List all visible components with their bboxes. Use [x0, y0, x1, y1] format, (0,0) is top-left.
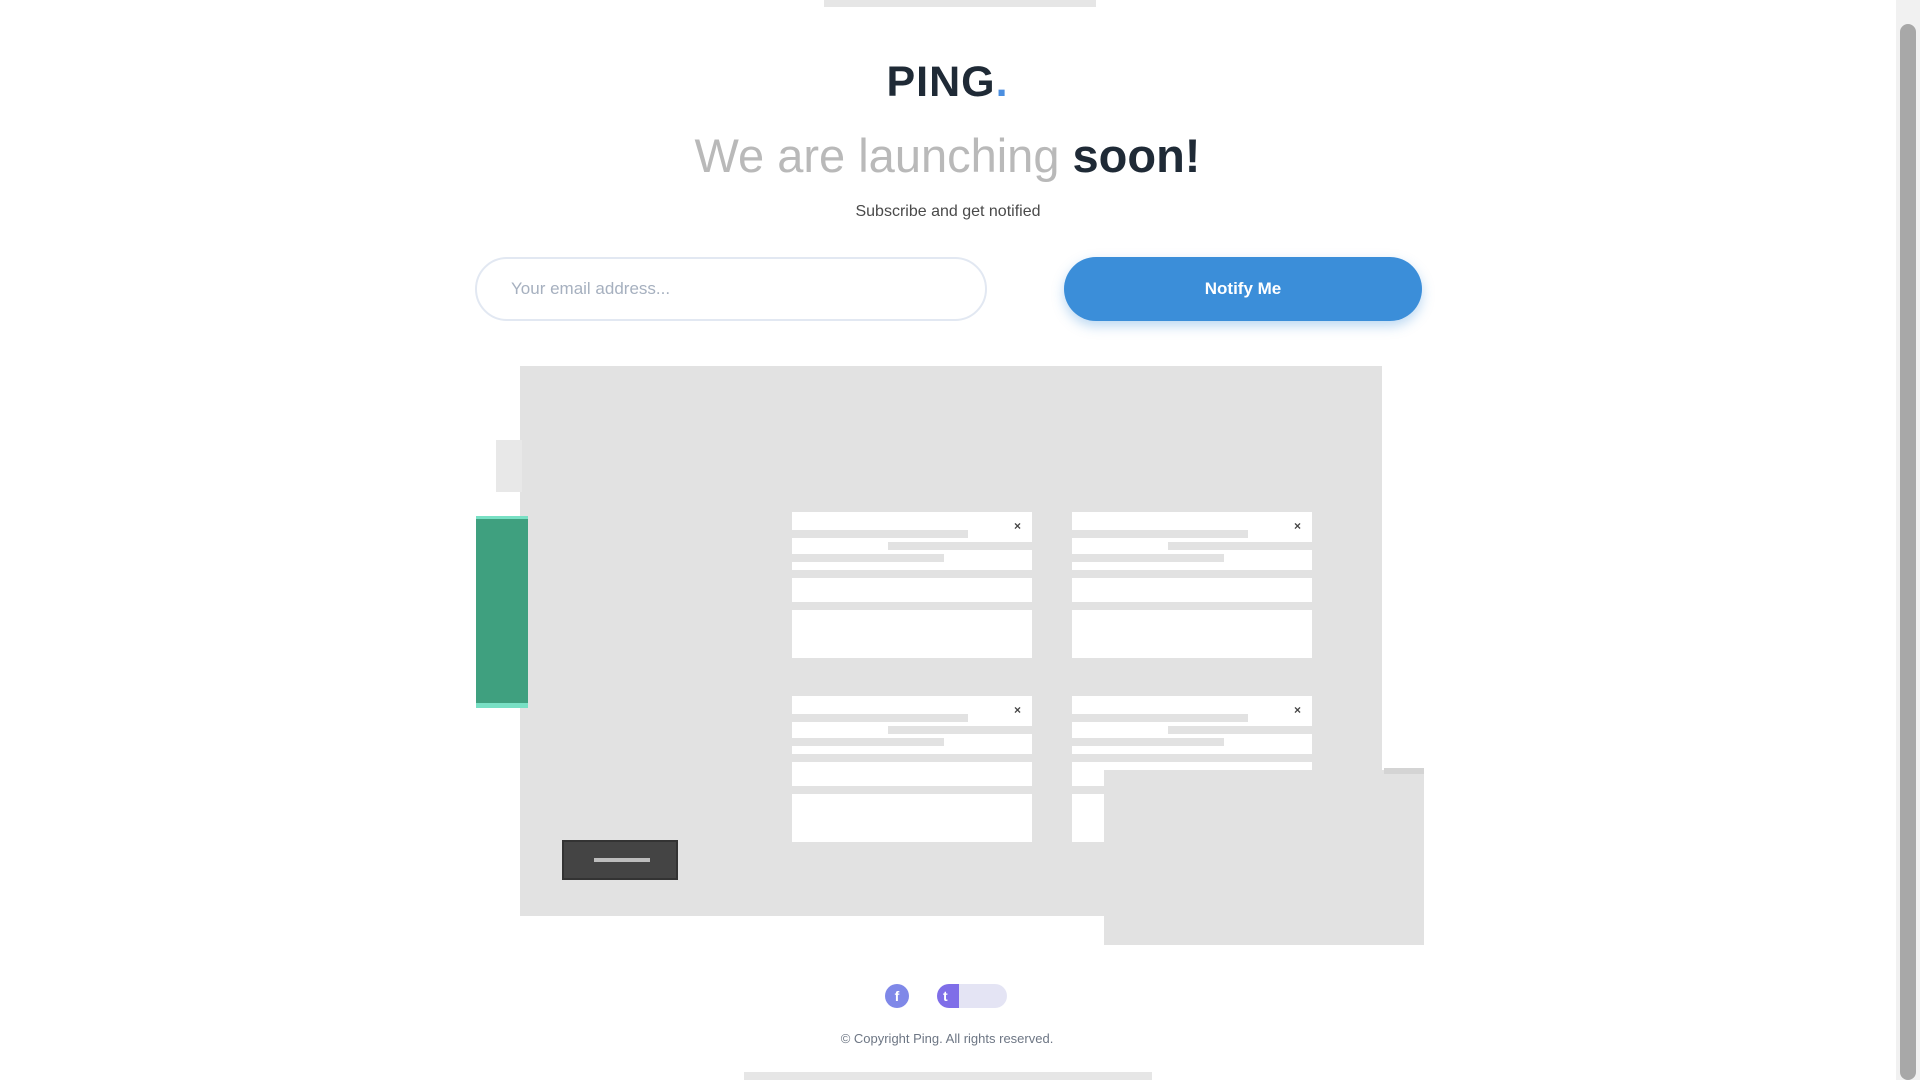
email-field[interactable]: [475, 257, 987, 321]
logo-dot: .: [995, 58, 1009, 106]
button-line: [594, 858, 650, 862]
dashboard-panel-extension: [1104, 770, 1424, 945]
close-icon: ×: [1014, 519, 1022, 533]
scrollbar-thumb[interactable]: [1900, 24, 1916, 1080]
dashboard-card: ×: [792, 512, 1032, 658]
close-icon: ×: [1014, 703, 1022, 717]
vertical-scrollbar[interactable]: [1896, 0, 1920, 1080]
subscribe-text: Subscribe and get notified: [855, 203, 1041, 220]
dashboard-divider: [1384, 768, 1424, 774]
copyright-text: © Copyright Ping. All rights reserved.: [840, 1031, 1054, 1046]
headline-muted: We are launching: [694, 129, 1060, 182]
bottom-divider: [744, 1072, 1152, 1080]
dashboard-side-tab: [496, 440, 522, 492]
notify-me-button[interactable]: Notify Me: [1064, 257, 1422, 321]
page-title: We are launching soon!: [0, 128, 1895, 184]
dashboard-card: ×: [1072, 512, 1312, 658]
top-divider: [824, 0, 1096, 7]
headline-strong: soon!: [1072, 129, 1201, 182]
brand-logo: PING.: [0, 58, 1895, 107]
dashboard-dark-button: [562, 840, 678, 880]
social-links: f t: [885, 984, 1007, 1008]
twitter-icon[interactable]: t: [937, 984, 1007, 1008]
close-icon: ×: [1294, 703, 1302, 717]
logo-text: PING: [886, 58, 996, 106]
facebook-icon[interactable]: f: [885, 984, 909, 1008]
close-icon: ×: [1294, 519, 1302, 533]
page: PING. We are launching soon! Subscribe a…: [0, 0, 1920, 1080]
dashboard-card: ×: [792, 696, 1032, 842]
dashboard-green-bar: [476, 516, 528, 708]
